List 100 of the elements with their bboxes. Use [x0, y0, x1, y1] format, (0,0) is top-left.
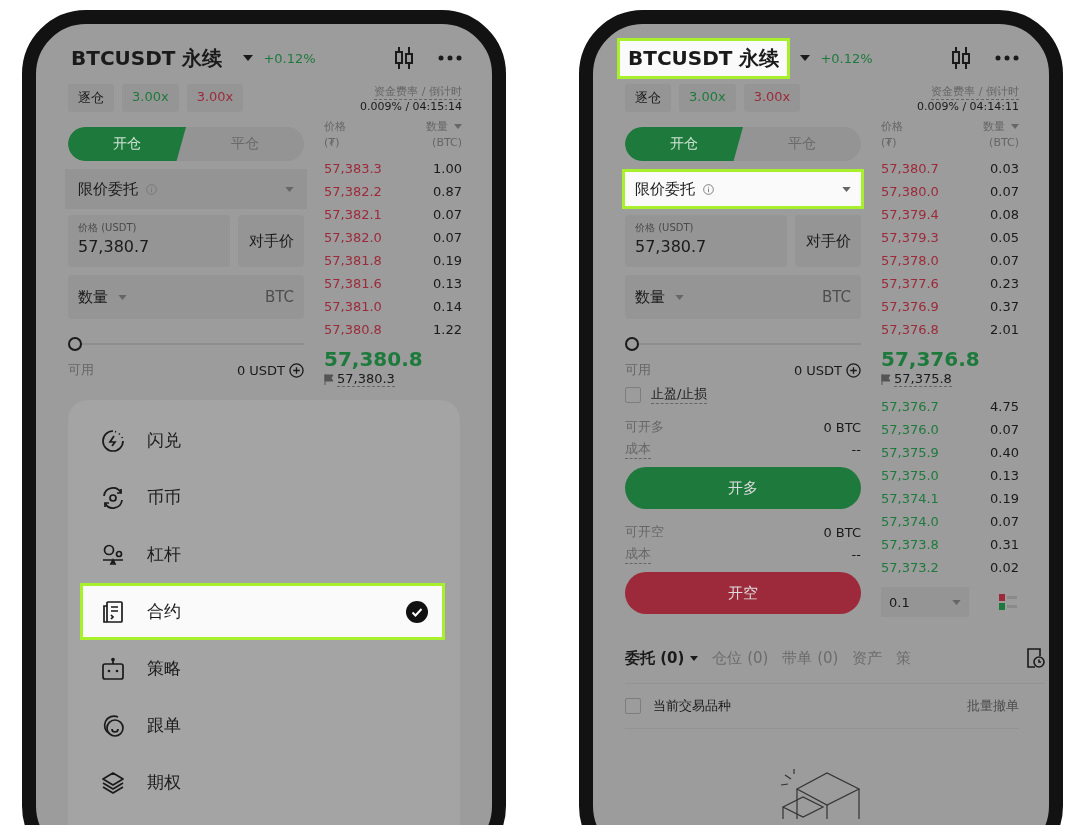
info-icon — [146, 183, 157, 195]
layers-icon — [101, 770, 125, 795]
ask-quantity: 0.07 — [990, 184, 1019, 199]
exchange-icon — [101, 485, 125, 510]
ask-price: 57,381.6 — [324, 276, 382, 291]
contract-selector[interactable]: BTCUSDT 永续 — [60, 37, 234, 79]
last-price: 57,380.8 — [324, 347, 424, 371]
trade-type-item[interactable]: 策略 — [80, 640, 445, 697]
amount-input[interactable]: 数量 BTC — [625, 275, 861, 319]
ask-quantity: 0.23 — [990, 276, 1019, 291]
ask-price: 57,383.3 — [324, 161, 382, 176]
checkbox[interactable] — [625, 698, 641, 714]
cancel-all-link[interactable]: 批量撤单 — [967, 697, 1019, 715]
ask-price: 57,379.3 — [881, 230, 939, 245]
trade-type-item[interactable]: 闪兑 — [80, 412, 445, 469]
bid-price: 57,374.1 — [881, 491, 939, 506]
price-unit: (₮) — [324, 136, 341, 149]
order-type-dropdown[interactable]: 限价委托 — [622, 169, 864, 209]
ask-price: 57,376.8 — [881, 322, 939, 337]
caret-icon — [675, 294, 684, 300]
price-change: +0.12% — [820, 50, 873, 66]
ask-quantity: 0.07 — [433, 230, 462, 245]
ask-quantity: 0.03 — [990, 161, 1019, 176]
max-open-value: 0 BTC — [823, 419, 861, 435]
bid-quantity: 0.07 — [990, 514, 1019, 529]
ask-price: 57,382.2 — [324, 184, 382, 199]
precision-dropdown[interactable]: 0.1 — [881, 587, 969, 617]
checkbox[interactable] — [625, 386, 641, 403]
cost-value: -- — [851, 442, 861, 457]
funding-rate-value: 0.009% / 04:14:11 — [916, 100, 1019, 113]
contract-selector[interactable]: BTCUSDT 永续 — [617, 37, 791, 79]
order-type-dropdown[interactable]: 限价委托 — [65, 169, 307, 209]
price-input[interactable]: 价格 (USDT) 57,380.7 — [68, 215, 230, 267]
candlestick-icon[interactable] — [951, 46, 971, 70]
bid-quantity: 0.19 — [990, 491, 1019, 506]
orders-tab[interactable]: 委托 (0) — [625, 648, 699, 668]
max-open-value: 0 BTC — [823, 524, 861, 540]
price-input[interactable]: 价格 (USDT) 57,380.7 — [625, 215, 787, 267]
ask-quantity: 0.05 — [990, 230, 1019, 245]
ask-price: 57,376.9 — [881, 299, 939, 314]
lightning-icon — [101, 428, 125, 453]
ask-quantity: 0.87 — [433, 184, 462, 199]
open-long-button[interactable]: 开多 — [625, 467, 861, 509]
document-icon — [101, 599, 125, 624]
ask-price: 57,377.6 — [881, 276, 939, 291]
ask-quantity: 0.37 — [990, 299, 1019, 314]
bid-price: 57,374.0 — [881, 514, 939, 529]
margin-mode-button[interactable]: 逐仓 — [68, 84, 114, 112]
flag-icon — [881, 373, 891, 385]
ask-quantity: 0.19 — [433, 253, 462, 268]
ask-quantity: 1.00 — [433, 161, 462, 176]
caret-icon — [243, 55, 254, 61]
trade-type-item[interactable]: 币币 — [80, 469, 445, 526]
caret-icon — [952, 599, 961, 605]
mark-price: 57,380.3 — [337, 371, 395, 387]
orderbook-layout-icon[interactable] — [997, 591, 1019, 613]
ask-price: 57,380.7 — [881, 161, 939, 176]
position-tab[interactable]: 开仓 — [625, 127, 743, 161]
trade-type-item[interactable]: 合约 — [80, 583, 445, 640]
price-change: +0.12% — [263, 50, 316, 66]
position-tab[interactable]: 开仓 — [68, 127, 186, 161]
trade-type-item[interactable]: 期权 — [80, 754, 445, 811]
ask-quantity: 0.08 — [990, 207, 1019, 222]
trade-type-item[interactable]: 跟单 — [80, 697, 445, 754]
ask-quantity: 0.14 — [433, 299, 462, 314]
order-history-icon[interactable] — [1025, 647, 1045, 669]
funding-rate-value: 0.009% / 04:15:14 — [359, 100, 462, 113]
add-icon[interactable] — [289, 362, 304, 378]
counter-price-button[interactable]: 对手价 — [238, 215, 304, 267]
flag-icon — [324, 373, 334, 385]
trade-type-item[interactable]: 杠杆 — [80, 526, 445, 583]
bid-quantity: 0.13 — [990, 468, 1019, 483]
amount-input[interactable]: 数量 BTC — [68, 275, 304, 319]
open-short-button[interactable]: 开空 — [625, 572, 861, 614]
caret-icon — [285, 186, 294, 192]
amount-slider[interactable] — [625, 337, 861, 351]
amount-slider[interactable] — [68, 337, 304, 351]
more-icon[interactable] — [995, 55, 1019, 61]
mark-price: 57,375.8 — [894, 371, 952, 387]
ask-quantity: 0.13 — [433, 276, 462, 291]
bid-price: 57,373.8 — [881, 537, 939, 552]
info-icon — [703, 183, 714, 195]
more-icon[interactable] — [438, 55, 462, 61]
counter-price-button[interactable]: 对手价 — [795, 215, 861, 267]
ask-price: 57,382.0 — [324, 230, 382, 245]
bid-price: 57,373.2 — [881, 560, 939, 575]
candlestick-icon[interactable] — [394, 46, 414, 70]
price-unit: (₮) — [881, 136, 898, 149]
ask-price: 57,378.0 — [881, 253, 939, 268]
margin-mode-button[interactable]: 逐仓 — [625, 84, 671, 112]
add-icon[interactable] — [846, 362, 861, 378]
caret-icon — [800, 55, 811, 61]
ask-quantity: 1.22 — [433, 322, 462, 337]
ask-price: 57,379.4 — [881, 207, 939, 222]
ask-quantity: 2.01 — [990, 322, 1019, 337]
available-value: 0 USDT — [793, 362, 842, 378]
ask-price: 57,381.8 — [324, 253, 382, 268]
bid-quantity: 0.31 — [990, 537, 1019, 552]
balance-icon — [101, 542, 125, 567]
ask-price: 57,380.0 — [881, 184, 939, 199]
